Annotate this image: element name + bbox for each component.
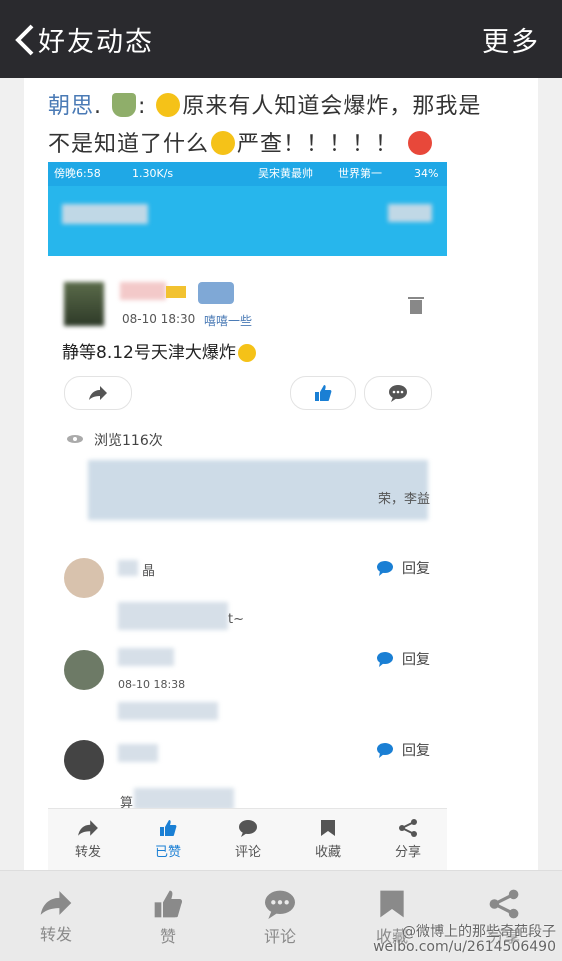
shot-post-meta: 嘻嘻一些 bbox=[204, 314, 253, 328]
reply-button[interactable]: 回复 bbox=[402, 649, 430, 669]
comment-date: 08-10 18:38 bbox=[118, 678, 186, 691]
comment-author: 晶 bbox=[142, 564, 156, 579]
shot-tab-favorite[interactable]: 收藏 bbox=[298, 819, 358, 860]
angry-emoji-icon bbox=[408, 131, 433, 155]
bookmark-icon bbox=[321, 820, 335, 836]
thumbs-up-icon bbox=[315, 385, 332, 401]
more-button[interactable]: 更多 bbox=[482, 20, 540, 59]
share-nodes-icon bbox=[399, 819, 417, 837]
thumbs-up-icon bbox=[160, 820, 177, 836]
reply-bubble-icon bbox=[377, 561, 393, 576]
share-nodes-icon bbox=[489, 889, 519, 919]
shot-status-bar: 傍晚6:58 1.30K/s 吴宋黄最帅 世界第一 34% bbox=[48, 162, 447, 186]
trash-icon[interactable] bbox=[408, 296, 424, 314]
shot-comment-button[interactable] bbox=[364, 376, 432, 410]
comment-button[interactable]: 评论 bbox=[240, 889, 320, 947]
watermark-url: weibo.com/u/2614506490 bbox=[373, 939, 556, 955]
shot-header bbox=[48, 186, 447, 256]
comment-avatar[interactable] bbox=[64, 558, 104, 598]
post-text-line2-end: 严查！！！！！ bbox=[237, 132, 399, 157]
view-count: 浏览116次 bbox=[94, 433, 163, 449]
blurred-action bbox=[388, 204, 432, 222]
comment-text: t~ bbox=[228, 612, 244, 627]
shot-carrier: 吴宋黄最帅 bbox=[258, 167, 313, 180]
repost-button[interactable]: 转发 bbox=[16, 889, 96, 945]
blurred-commenter bbox=[118, 648, 174, 666]
post-text-line1: 原来有人知道会爆炸，那我是 bbox=[182, 94, 482, 119]
blurred-commenter bbox=[118, 560, 138, 576]
shot-post-date: 08-10 18:30 bbox=[122, 312, 196, 326]
shot-like-button[interactable] bbox=[290, 376, 356, 410]
reply-button[interactable]: 回复 bbox=[402, 558, 430, 578]
reply-button[interactable]: 回复 bbox=[402, 740, 430, 760]
blurred-commenter bbox=[118, 744, 158, 762]
shot-tab-liked[interactable]: 已赞 bbox=[138, 819, 198, 860]
reply-bubble-icon bbox=[377, 652, 393, 667]
comment-bubble-icon bbox=[239, 820, 257, 837]
shot-carrier-suffix: 世界第一 bbox=[338, 167, 382, 180]
share-arrow-icon bbox=[89, 386, 107, 400]
post-author[interactable]: 朝思 bbox=[48, 94, 94, 119]
embedded-screenshot[interactable]: 傍晚6:58 1.30K/s 吴宋黄最帅 世界第一 34% 08-10 18:3… bbox=[48, 162, 447, 870]
post-caption: 朝思. : 原来有人知道会爆炸，那我是 不是知道了什么 严查！！！！！ bbox=[48, 93, 482, 157]
shot-battery: 34% bbox=[414, 167, 439, 180]
blurred-comment bbox=[118, 702, 218, 720]
blurred-comment bbox=[118, 602, 228, 630]
shot-share-button[interactable] bbox=[64, 376, 132, 410]
comment-avatar[interactable] bbox=[64, 650, 104, 690]
blurred-avatar bbox=[64, 282, 104, 326]
comment-bubble-icon bbox=[265, 890, 295, 919]
bookmark-icon bbox=[380, 890, 404, 918]
smile-emoji-icon bbox=[237, 344, 256, 362]
tea-cup-emoji-icon bbox=[112, 93, 137, 117]
bottom-action-bar: 转发 赞 评论 收藏 分享 @微博上的那些奇葩段子 weibo.com/u/26… bbox=[0, 870, 562, 961]
comment-bubble-icon bbox=[389, 385, 407, 402]
shot-bottom-tabbar: 转发 已赞 评论 收藏 分享 bbox=[48, 808, 447, 870]
shot-tab-comment[interactable]: 评论 bbox=[218, 819, 278, 860]
share-arrow-icon bbox=[78, 820, 98, 836]
blurred-title bbox=[62, 204, 148, 224]
like-button[interactable]: 赞 bbox=[128, 889, 208, 947]
shot-post-text: 静等8.12号天津大爆炸 bbox=[62, 338, 258, 363]
shot-tab-share[interactable]: 分享 bbox=[378, 819, 438, 860]
share-arrow-icon bbox=[40, 891, 72, 915]
vip-badge-icon bbox=[166, 286, 186, 298]
eye-icon bbox=[67, 435, 83, 443]
shot-time: 傍晚6:58 bbox=[54, 167, 101, 180]
shot-tab-repost[interactable]: 转发 bbox=[58, 819, 118, 860]
top-navigation-bar: 好友动态 更多 bbox=[0, 0, 562, 78]
liker-names-suffix: 荣，李益 bbox=[378, 492, 431, 507]
reply-bubble-icon bbox=[377, 743, 393, 758]
comment-avatar[interactable] bbox=[64, 740, 104, 780]
blurred-comment bbox=[134, 788, 234, 810]
watermark-handle: @微博上的那些奇葩段子 bbox=[402, 924, 556, 940]
thinking-emoji-icon bbox=[211, 131, 236, 155]
page-title: 好友动态 bbox=[38, 27, 154, 58]
thumbs-up-icon bbox=[154, 890, 183, 918]
shot-speed: 1.30K/s bbox=[132, 167, 174, 180]
level-badge-icon bbox=[198, 282, 234, 304]
smile-emoji-icon bbox=[156, 93, 181, 117]
blurred-likers bbox=[88, 460, 428, 520]
blurred-username bbox=[120, 282, 166, 300]
post-text-line2: 不是知道了什么 bbox=[48, 132, 210, 157]
